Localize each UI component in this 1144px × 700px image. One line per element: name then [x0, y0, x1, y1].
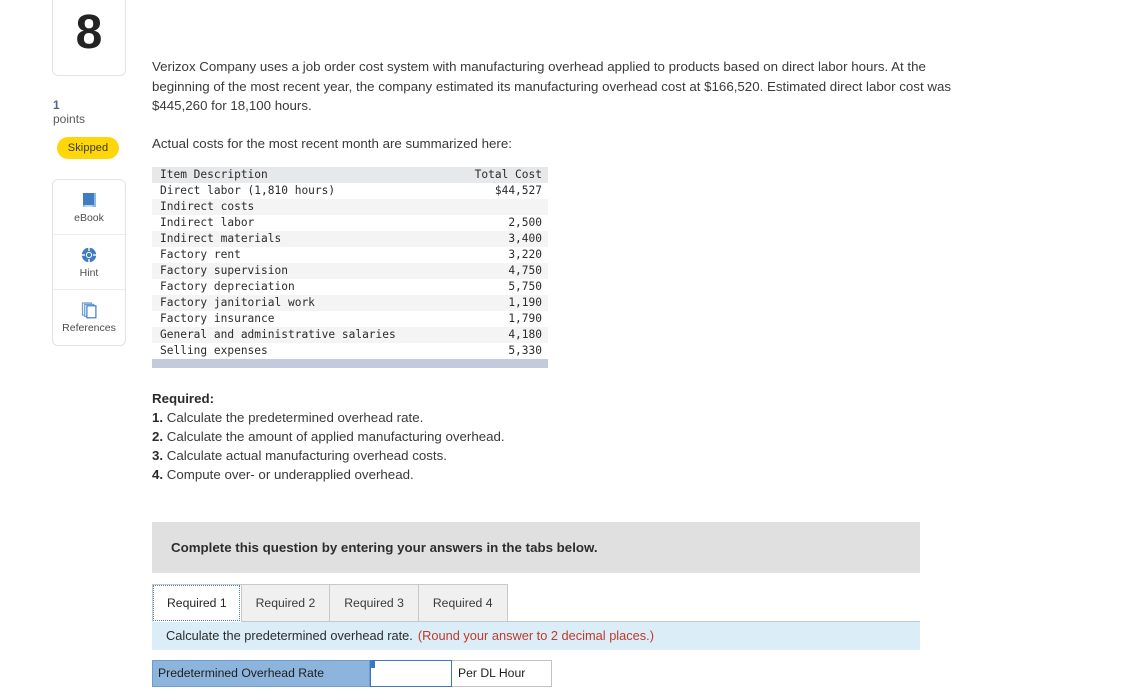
- life-ring-icon: [80, 246, 98, 264]
- question-number: 8: [75, 6, 103, 59]
- cost-table-footer-bar: [152, 358, 548, 368]
- table-row: Factory supervision 4,750: [152, 262, 548, 279]
- cost-row-value: 3,220: [452, 246, 548, 263]
- question-number-box: 8: [52, 0, 126, 76]
- cost-row-value: 4,750: [452, 262, 548, 279]
- table-row: Factory rent 3,220: [152, 246, 548, 263]
- requirement-tabs: Required 1 Required 2 Required 3 Require…: [152, 583, 920, 622]
- cost-table-header-row: Item Description Total Cost: [152, 166, 548, 183]
- table-row: Selling expenses 5,330: [152, 342, 548, 359]
- cost-table-header-cost: Total Cost: [452, 166, 548, 183]
- question-body: Verizox Company uses a job order cost sy…: [152, 0, 1144, 700]
- predetermined-overhead-rate-input[interactable]: [370, 659, 452, 687]
- cost-row-value: [452, 198, 548, 215]
- cost-row-value: 1,790: [452, 310, 548, 327]
- points-value: 1: [53, 98, 60, 112]
- cost-row-label: Factory rent: [152, 246, 452, 263]
- tab-instruction-text: Calculate the predetermined overhead rat…: [166, 628, 413, 643]
- table-row: Direct labor (1,810 hours) $44,527: [152, 182, 548, 199]
- cost-table-header-item: Item Description: [152, 166, 452, 183]
- tab-required-1[interactable]: Required 1: [152, 583, 241, 622]
- points-label: points: [53, 112, 86, 126]
- table-row: Indirect costs: [152, 198, 548, 215]
- cost-row-label: Indirect labor: [152, 214, 452, 231]
- table-row: General and administrative salaries 4,18…: [152, 326, 548, 343]
- required-item-text: Calculate the predetermined overhead rat…: [166, 409, 424, 425]
- tab-required-2[interactable]: Required 2: [240, 583, 330, 622]
- required-item-number: 1.: [152, 409, 164, 425]
- required-item-text: Calculate actual manufacturing overhead …: [166, 447, 447, 463]
- required-item: 3. Calculate actual manufacturing overhe…: [152, 446, 1144, 465]
- tab-instruction-bar: Calculate the predetermined overhead rat…: [152, 620, 920, 650]
- cost-row-label: Indirect materials: [152, 230, 452, 247]
- answer-panel: Complete this question by entering your …: [152, 521, 920, 700]
- answer-input-cell: [370, 659, 452, 687]
- status-badge: Skipped: [57, 137, 119, 159]
- cost-row-label: Factory depreciation: [152, 278, 452, 295]
- cost-row-value: 3,400: [452, 230, 548, 247]
- tool-ebook-label: eBook: [74, 211, 104, 224]
- tools-panel: eBook Hint References: [52, 179, 126, 346]
- problem-paragraph-2: Actual costs for the most recent month a…: [152, 135, 512, 151]
- cost-row-value: 5,330: [452, 342, 548, 359]
- required-title: Required:: [152, 390, 215, 406]
- tool-references-label: References: [62, 322, 116, 334]
- required-item: 4. Compute over- or underapplied overhea…: [152, 465, 1144, 484]
- cost-row-value: 2,500: [452, 214, 548, 231]
- table-row: Factory janitorial work 1,190: [152, 294, 548, 311]
- answer-row-label: Predetermined Overhead Rate: [152, 659, 370, 687]
- cost-table-body: Item Description Total Cost Direct labor…: [152, 166, 548, 359]
- complete-question-banner: Complete this question by entering your …: [152, 521, 920, 573]
- required-item-number: 2.: [152, 428, 164, 444]
- copy-pages-icon: [80, 301, 98, 319]
- cost-row-value: 1,190: [452, 294, 548, 311]
- cell-comment-marker-icon: [371, 660, 375, 668]
- tool-references[interactable]: References: [53, 290, 125, 345]
- table-row: Indirect materials 3,400: [152, 230, 548, 247]
- question-page: 8 1 points Skipped eBook Hint References…: [0, 0, 1144, 700]
- cost-row-label: Factory supervision: [152, 262, 452, 279]
- required-block: Required: 1. Calculate the predetermined…: [152, 389, 1144, 484]
- question-rail: 8 1 points Skipped eBook Hint References: [52, 0, 126, 346]
- tab-instruction-note: (Round your answer to 2 decimal places.): [417, 628, 655, 643]
- cost-row-label: Indirect costs: [152, 198, 452, 215]
- cost-row-value: 5,750: [452, 278, 548, 295]
- required-item-text: Calculate the amount of applied manufact…: [166, 428, 505, 444]
- cost-row-label: General and administrative salaries: [152, 326, 452, 343]
- book-icon: [80, 191, 98, 209]
- tool-hint[interactable]: Hint: [53, 235, 125, 290]
- points-block: 1 points: [52, 98, 126, 127]
- cost-table: Item Description Total Cost Direct labor…: [152, 166, 548, 359]
- cost-row-label: Factory insurance: [152, 310, 452, 327]
- required-item-number: 3.: [152, 447, 164, 463]
- tab-required-4[interactable]: Required 4: [417, 583, 508, 622]
- cost-row-label: Factory janitorial work: [152, 294, 452, 311]
- cost-row-label: Direct labor (1,810 hours): [152, 182, 452, 199]
- tool-hint-label: Hint: [79, 266, 99, 279]
- table-row: Factory insurance 1,790: [152, 310, 548, 327]
- tab-required-3[interactable]: Required 3: [329, 583, 418, 622]
- answer-row: Predetermined Overhead Rate Per DL Hour: [152, 659, 920, 687]
- cost-row-value: 4,180: [452, 326, 548, 343]
- required-item: 2. Calculate the amount of applied manuf…: [152, 427, 1144, 446]
- required-item-text: Compute over- or underapplied overhead.: [166, 466, 414, 482]
- problem-paragraph-1: Verizox Company uses a job order cost sy…: [152, 59, 951, 113]
- answer-unit-cell: Per DL Hour: [452, 659, 552, 687]
- cost-row-label: Selling expenses: [152, 342, 452, 359]
- cost-row-value: $44,527: [452, 182, 548, 199]
- table-row: Factory depreciation 5,750: [152, 278, 548, 295]
- table-row: Indirect labor 2,500: [152, 214, 548, 231]
- required-item-number: 4.: [152, 466, 164, 482]
- required-item: 1. Calculate the predetermined overhead …: [152, 408, 1144, 427]
- tool-ebook[interactable]: eBook: [53, 180, 125, 235]
